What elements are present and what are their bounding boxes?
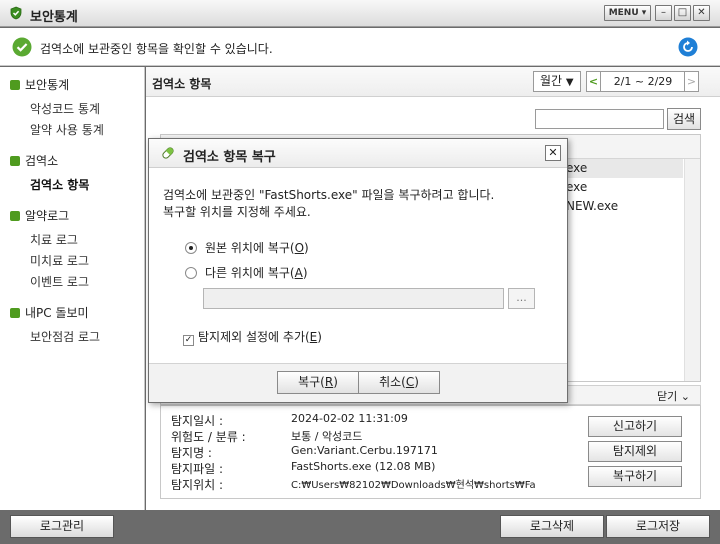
- chevron-down-icon: ▼: [565, 77, 574, 88]
- radio-unselected-icon: [185, 267, 197, 279]
- detail-label-risk: 위험도 / 분류 :: [171, 430, 246, 444]
- sidebar-group-pc-care[interactable]: 내PC 돌보미: [10, 304, 89, 321]
- detail-value-detection-name: Gen:Variant.Cerbu.197171: [291, 444, 438, 457]
- close-button[interactable]: ✕: [693, 5, 710, 21]
- green-bullet-icon: [10, 211, 20, 221]
- detail-label-location: 탐지위치 :: [171, 478, 224, 492]
- sidebar-item-quarantine-items[interactable]: 검역소 항목: [30, 176, 89, 193]
- log-save-button[interactable]: 로그저장: [606, 515, 710, 538]
- window-title: 보안통계: [30, 10, 78, 25]
- sidebar-group-quarantine[interactable]: 검역소: [10, 152, 58, 169]
- page-title: 검역소 항목: [152, 77, 212, 91]
- restore-original-option[interactable]: 원본 위치에 복구(O): [185, 239, 309, 256]
- sidebar-item-security-check-log[interactable]: 보안점검 로그: [30, 328, 100, 345]
- sidebar-item-event-log[interactable]: 이벤트 로그: [30, 273, 89, 290]
- restore-other-option[interactable]: 다른 위치에 복구(A): [185, 264, 308, 281]
- date-range: 2/1 ~ 2/29: [601, 71, 685, 92]
- dialog-footer: 복구(R) 취소(C): [149, 363, 567, 402]
- detail-label-file: 탐지파일 :: [171, 462, 224, 476]
- restore-item-button[interactable]: 복구하기: [588, 466, 682, 487]
- log-delete-button[interactable]: 로그삭제: [500, 515, 604, 538]
- sidebar-item-treated-log[interactable]: 치료 로그: [30, 231, 78, 248]
- browse-button: ...: [508, 288, 535, 309]
- chevron-right-icon: >: [686, 75, 697, 88]
- title-bar: 보안통계 MENU ▾ – □ ✕: [0, 0, 720, 27]
- prev-period-button[interactable]: <: [586, 71, 601, 92]
- sidebar-group-security-stats[interactable]: 보안통계: [10, 76, 69, 93]
- checkbox-checked-icon: ✓: [183, 335, 194, 346]
- green-bullet-icon: [10, 156, 20, 166]
- radio-selected-icon: [185, 242, 197, 254]
- add-exclusion-checkbox[interactable]: ✓ 탐지제외 설정에 추가(E): [183, 328, 322, 346]
- main-header: 검역소 항목 월간 ▼ < 2/1 ~ 2/29 >: [146, 67, 720, 97]
- menu-button[interactable]: MENU ▾: [604, 5, 651, 21]
- app-shield-icon: [10, 6, 22, 20]
- restore-path-input: [203, 288, 504, 309]
- status-bar: 검역소에 보관중인 항목을 확인할 수 있습니다.: [0, 28, 720, 66]
- detail-value-location: C:₩Users₩82102₩Downloads₩현석₩shorts₩Fa: [291, 480, 536, 491]
- refresh-icon[interactable]: [678, 37, 698, 57]
- pill-icon: [162, 147, 174, 159]
- exclude-detection-button[interactable]: 탐지제외: [588, 441, 682, 462]
- restore-button[interactable]: 복구(R): [277, 371, 359, 394]
- chevron-down-icon: ⌄: [680, 390, 690, 403]
- maximize-button[interactable]: □: [674, 5, 691, 21]
- search-input[interactable]: [535, 109, 664, 129]
- search-button[interactable]: 검색: [667, 108, 701, 130]
- log-manage-button[interactable]: 로그관리: [10, 515, 114, 538]
- restore-dialog: 검역소 항목 복구 ✕ 검역소에 보관중인 "FastShorts.exe" 파…: [148, 138, 568, 403]
- next-period-button[interactable]: >: [684, 71, 699, 92]
- detail-value-file: FastShorts.exe (12.08 MB): [291, 460, 436, 473]
- detail-value-risk: 보통 / 악성코드: [291, 430, 363, 443]
- dialog-title: 검역소 항목 복구: [183, 150, 276, 165]
- sidebar-group-alyac-log[interactable]: 알약로그: [10, 207, 69, 224]
- status-message: 검역소에 보관중인 항목을 확인할 수 있습니다.: [40, 42, 273, 56]
- detail-panel: 탐지일시 : 2024-02-02 11:31:09 위험도 / 분류 : 보통…: [160, 405, 701, 499]
- period-select[interactable]: 월간 ▼: [533, 71, 581, 92]
- dialog-message-line1: 검역소에 보관중인 "FastShorts.exe" 파일을 복구하려고 합니다…: [163, 188, 495, 202]
- detail-label-date: 탐지일시 :: [171, 414, 224, 428]
- minimize-button[interactable]: –: [655, 5, 672, 21]
- green-bullet-icon: [10, 308, 20, 318]
- collapse-toggle[interactable]: 닫기 ⌄: [657, 388, 690, 404]
- dialog-message-line2: 복구할 위치를 지정해 주세요.: [163, 205, 311, 219]
- sidebar: 보안통계 악성코드 통계 알약 사용 통계 검역소 검역소 항목 알약로그 치료…: [0, 67, 145, 510]
- sidebar-item-usage-stats[interactable]: 알약 사용 통계: [30, 121, 104, 138]
- dialog-close-button[interactable]: ✕: [545, 145, 561, 161]
- cancel-button[interactable]: 취소(C): [358, 371, 440, 394]
- check-circle-icon: [12, 37, 32, 57]
- green-bullet-icon: [10, 80, 20, 90]
- report-button[interactable]: 신고하기: [588, 416, 682, 437]
- sidebar-item-untreated-log[interactable]: 미치료 로그: [30, 252, 89, 269]
- chevron-left-icon: <: [588, 75, 599, 88]
- sidebar-item-malware-stats[interactable]: 악성코드 통계: [30, 100, 100, 117]
- list-scrollbar[interactable]: [684, 159, 700, 381]
- bottom-bar: 로그관리 로그삭제 로그저장: [0, 510, 720, 544]
- dialog-title-bar: 검역소 항목 복구 ✕: [149, 139, 567, 168]
- detail-value-date: 2024-02-02 11:31:09: [291, 412, 408, 425]
- detail-label-detection-name: 탐지명 :: [171, 446, 212, 460]
